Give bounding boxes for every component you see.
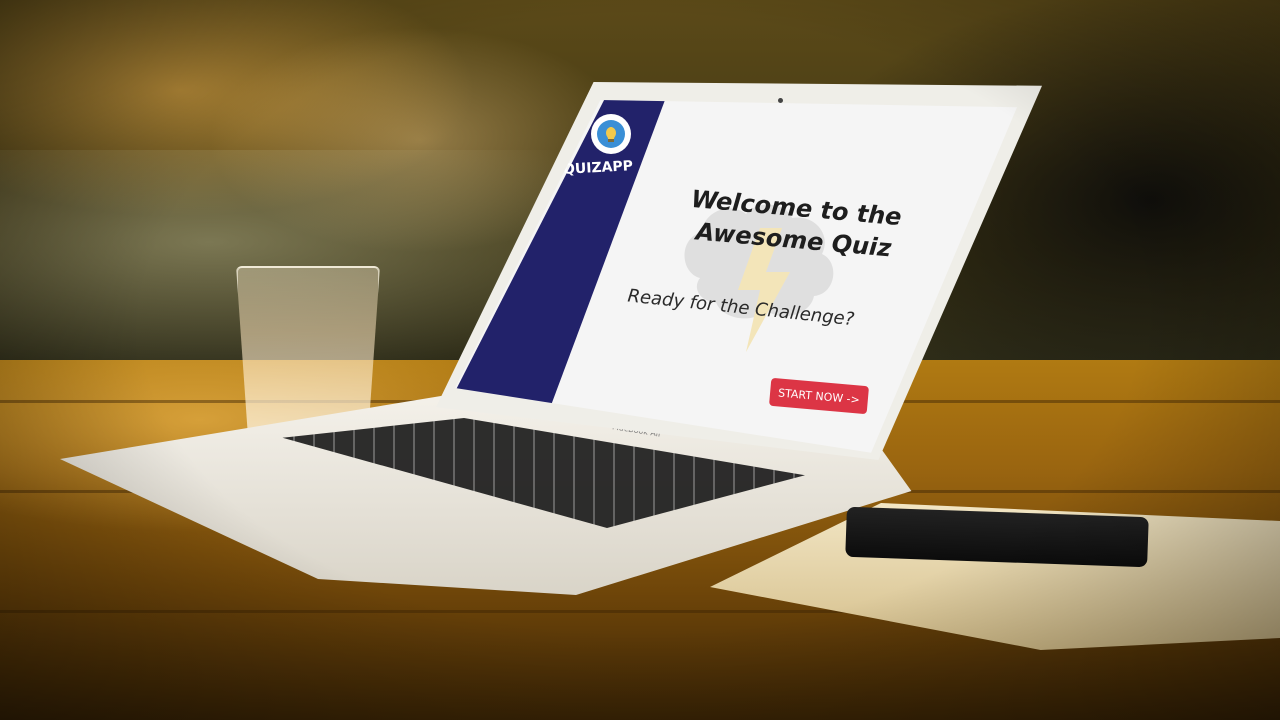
webcam-icon	[778, 98, 783, 103]
water-glass	[236, 266, 380, 430]
brain-lightbulb-icon	[591, 114, 631, 154]
start-now-button[interactable]: START NOW ->	[768, 377, 870, 415]
smartphone	[845, 506, 1149, 568]
